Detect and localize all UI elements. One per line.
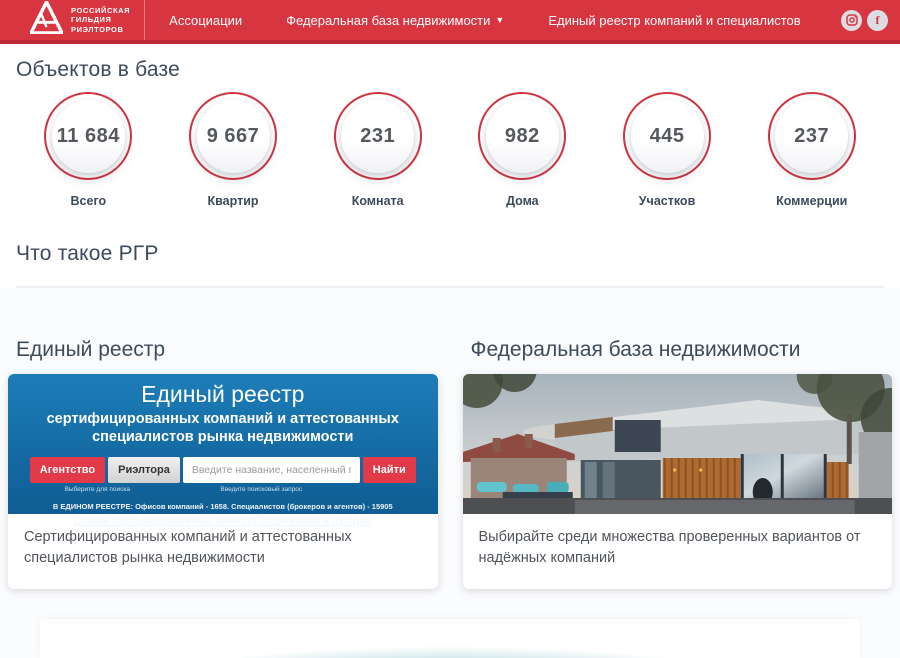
- objects-stats-section: Объектов в базе 11 684 Всего 9 667 Кварт…: [0, 44, 900, 218]
- nav-item-label: Федеральная база недвижимости: [286, 13, 490, 28]
- registry-card[interactable]: Единый реестр сертифицированных компаний…: [8, 374, 438, 589]
- stats-row: 11 684 Всего 9 667 Квартир 231 Комната 9…: [16, 92, 884, 208]
- stat-label: Участков: [639, 194, 695, 208]
- social-links: f: [841, 10, 900, 31]
- stat-value: 231: [360, 125, 395, 148]
- stat-item: 9 667 Квартир: [161, 92, 306, 208]
- chevron-down-icon: ▼: [495, 16, 504, 25]
- stat-item: 982 Дома: [450, 92, 595, 208]
- stat-label: Квартир: [208, 194, 259, 208]
- section-divider: [16, 286, 884, 288]
- nav-item[interactable]: Единый реестр компаний и специалистов ▼: [548, 13, 800, 28]
- facebook-icon[interactable]: f: [867, 10, 888, 31]
- registry-search-input[interactable]: [183, 457, 360, 483]
- stat-item: 445 Участков: [595, 92, 740, 208]
- fedbase-section-title: Федеральная база недвижимости: [471, 338, 893, 362]
- russia-map-image: [114, 637, 786, 658]
- top-navbar: РОССИЙСКАЯ ГИЛЬДИЯ РИЭЛТОРОВ Ассоциации …: [0, 0, 900, 44]
- fedbase-caption: Выбирайте среди множества проверенных ва…: [463, 514, 893, 589]
- stat-circle: 237: [768, 92, 856, 180]
- stat-circle: 11 684: [44, 92, 132, 180]
- stat-value: 982: [505, 125, 540, 148]
- registry-section-title: Единый реестр: [16, 338, 438, 362]
- stat-value: 9 667: [207, 125, 260, 148]
- map-section: [0, 619, 900, 658]
- fedbase-card[interactable]: Выбирайте среди множества проверенных ва…: [463, 374, 893, 589]
- agency-button[interactable]: Агентство: [30, 457, 105, 483]
- logo-line-3: РИЭЛТОРОВ: [71, 25, 130, 35]
- main-nav: Ассоциации ▼ Федеральная база недвижимос…: [169, 13, 841, 28]
- stats-title: Объектов в базе: [16, 58, 884, 82]
- logo-line-2: ГИЛЬДИЯ: [71, 15, 130, 25]
- stat-value: 445: [650, 125, 685, 148]
- stat-item: 237 Коммерции: [739, 92, 884, 208]
- rgr-logo-icon: [30, 1, 63, 39]
- about-title: Что такое РГР: [16, 242, 884, 266]
- registry-banner-title: Единый реестр: [8, 379, 438, 409]
- stat-item: 11 684 Всего: [16, 92, 161, 208]
- header-divider: [144, 0, 145, 40]
- nav-item[interactable]: Ассоциации ▼: [169, 13, 242, 28]
- stat-label: Коммерции: [776, 194, 847, 208]
- logo[interactable]: РОССИЙСКАЯ ГИЛЬДИЯ РИЭЛТОРОВ: [0, 0, 144, 40]
- search-button[interactable]: Найти: [363, 457, 416, 483]
- stat-item: 231 Комната: [305, 92, 450, 208]
- logo-text: РОССИЙСКАЯ ГИЛЬДИЯ РИЭЛТОРОВ: [71, 6, 130, 35]
- about-rgr-section: Что такое РГР: [0, 218, 900, 288]
- registry-column: Единый реестр Единый реестр сертифициров…: [8, 338, 438, 589]
- form-hints: Выберите для поиска Введите поисковый за…: [30, 486, 416, 493]
- stat-value: 237: [794, 125, 829, 148]
- fedbase-column: Федеральная база недвижимости: [463, 338, 893, 589]
- feature-cards-section: Единый реестр Единый реестр сертифициров…: [0, 338, 900, 589]
- certified-agencies-link[interactable]: Списки сертифицированных агентств по рег…: [74, 515, 372, 527]
- stat-label: Дома: [506, 194, 539, 208]
- nav-item-label: Единый реестр компаний и специалистов: [548, 13, 800, 28]
- registry-search-form: Агентство Риэлтора Найти: [30, 457, 416, 483]
- hint-choose: Выберите для поиска: [30, 486, 165, 493]
- registry-banner: Единый реестр сертифицированных компаний…: [8, 374, 438, 514]
- stat-circle: 9 667: [189, 92, 277, 180]
- realtor-button[interactable]: Риэлтора: [108, 457, 180, 483]
- nav-item[interactable]: Федеральная база недвижимости ▼: [286, 13, 504, 28]
- stat-circle: 982: [478, 92, 566, 180]
- stat-circle: 445: [623, 92, 711, 180]
- property-photo: [463, 374, 893, 514]
- registry-counts-line: В ЕДИНОМ РЕЕСТРЕ: Офисов компаний - 1658…: [8, 502, 438, 511]
- registry-banner-subtitle: сертифицированных компаний и аттестованн…: [32, 410, 414, 446]
- stat-circle: 231: [334, 92, 422, 180]
- hint-query: Введите поисковый запрос: [165, 486, 358, 493]
- instagram-icon[interactable]: [841, 10, 862, 31]
- nav-item-label: Ассоциации: [169, 13, 242, 28]
- stat-value: 11 684: [57, 125, 120, 148]
- stat-label: Всего: [71, 194, 107, 208]
- map-card: [40, 619, 860, 658]
- stat-label: Комната: [352, 194, 404, 208]
- logo-line-1: РОССИЙСКАЯ: [71, 6, 130, 16]
